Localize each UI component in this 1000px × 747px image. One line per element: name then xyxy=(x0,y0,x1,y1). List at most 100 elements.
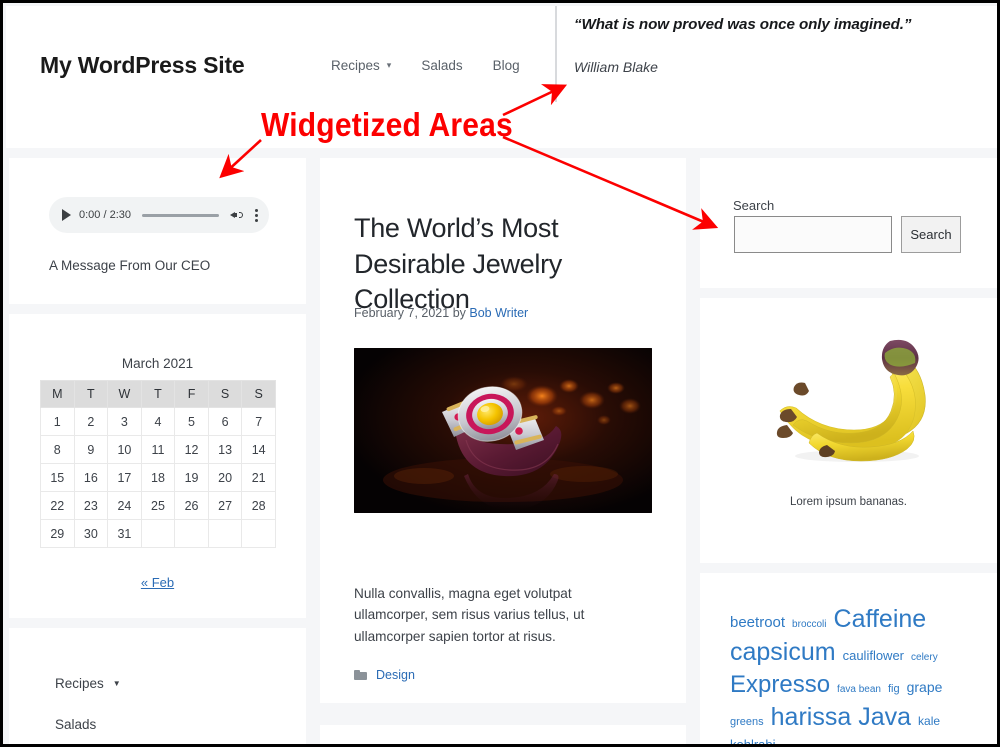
bananas-photo xyxy=(747,323,950,468)
post-meta: February 7, 2021 by Bob Writer xyxy=(354,306,528,320)
calendar-day-cell[interactable]: 12 xyxy=(174,435,209,464)
calendar-day-cell[interactable]: 8 xyxy=(40,435,75,464)
volume-icon[interactable] xyxy=(230,208,245,222)
menu-item-label: Recipes xyxy=(55,676,104,691)
audio-progress-track[interactable] xyxy=(142,213,219,217)
calendar-day-header: M xyxy=(40,380,75,408)
image-caption: Lorem ipsum bananas. xyxy=(790,496,907,508)
calendar-day-cell[interactable]: 22 xyxy=(40,491,75,520)
calendar-day-cell[interactable]: 6 xyxy=(207,407,243,436)
calendar-day-cell[interactable]: 30 xyxy=(73,519,109,548)
tag-link[interactable]: broccoli xyxy=(792,618,826,631)
menu-item-salads[interactable]: Salads xyxy=(55,717,96,732)
calendar-day-cell[interactable]: 17 xyxy=(107,463,142,492)
widget-calendar: March 2021 MTWTFSS 1 2 3 4 5 6 7 8 9 10 11 12 13 14 15… xyxy=(9,314,306,618)
calendar-header-row: MTWTFSS xyxy=(40,380,276,408)
nav-item-salads[interactable]: Salads xyxy=(421,58,462,73)
play-icon[interactable] xyxy=(62,209,71,221)
calendar-day-header: F xyxy=(174,380,209,408)
calendar-day-cell[interactable]: 26 xyxy=(174,491,209,520)
calendar-day-cell[interactable]: 3 xyxy=(107,407,142,436)
post-date: February 7, 2021 xyxy=(354,306,450,320)
calendar-week-row: 29 30 31 xyxy=(40,519,276,548)
tag-link[interactable]: kale xyxy=(918,714,940,730)
calendar-day-cell[interactable]: 21 xyxy=(241,463,276,492)
tag-link[interactable]: Java xyxy=(858,701,911,734)
calendar-day-cell[interactable]: 10 xyxy=(107,435,142,464)
calendar-day-cell[interactable]: 19 xyxy=(174,463,209,492)
calendar-table: MTWTFSS 1 2 3 4 5 6 7 8 9 10 11 12 13 14 15 16 17 18 19 20 2… xyxy=(40,380,276,548)
post-author-link[interactable]: Bob Writer xyxy=(469,306,528,320)
calendar-day-cell[interactable]: 25 xyxy=(140,491,176,520)
audio-time: 0:00 / 2:30 xyxy=(79,209,131,221)
calendar-day-cell[interactable]: 1 xyxy=(40,407,75,436)
nav-item-recipes[interactable]: Recipes ▾ xyxy=(331,58,391,73)
calendar-day-cell[interactable]: 31 xyxy=(107,519,142,548)
tag-link[interactable]: harissa xyxy=(771,701,852,734)
quote-citation: William Blake xyxy=(574,59,658,76)
calendar-day-header: T xyxy=(140,380,176,408)
calendar-day-cell[interactable]: 7 xyxy=(241,407,276,436)
calendar-day-cell[interactable]: 20 xyxy=(207,463,243,492)
tag-link[interactable]: fava bean xyxy=(837,683,881,696)
calendar-day-cell xyxy=(207,519,243,548)
tag-link[interactable]: Expresso xyxy=(730,669,830,701)
calendar-day-header: S xyxy=(207,380,243,408)
calendar-day-cell[interactable]: 24 xyxy=(107,491,142,520)
calendar-day-cell[interactable]: 13 xyxy=(207,435,243,464)
calendar-title: March 2021 xyxy=(121,356,194,371)
post-category: Design xyxy=(354,668,415,682)
calendar-day-cell[interactable]: 29 xyxy=(40,519,75,548)
calendar-day-cell[interactable]: 28 xyxy=(241,491,276,520)
header-quote-widget: “What is now proved was once only imagin… xyxy=(574,14,994,75)
post-category-link[interactable]: Design xyxy=(376,668,415,682)
calendar-day-cell[interactable]: 5 xyxy=(174,407,209,436)
widget-image: Lorem ipsum bananas. xyxy=(700,298,997,563)
calendar-day-cell[interactable]: 11 xyxy=(140,435,176,464)
caret-down-icon: ▼ xyxy=(112,679,121,688)
post-featured-image[interactable] xyxy=(354,348,652,513)
menu-item-recipes[interactable]: Recipes ▼ xyxy=(55,676,121,691)
audio-caption: A Message From Our CEO xyxy=(49,258,211,273)
calendar-day-cell[interactable]: 16 xyxy=(73,463,109,492)
tag-link[interactable]: greens xyxy=(730,715,764,730)
tag-link[interactable]: cauliflower xyxy=(843,647,904,664)
calendar-day-cell[interactable]: 18 xyxy=(140,463,176,492)
widget-tag-cloud: beetroot broccoli Caffeinecapsicum cauliflo… xyxy=(700,573,997,744)
calendar-day-cell[interactable]: 15 xyxy=(40,463,75,492)
calendar-day-header: W xyxy=(107,380,142,408)
calendar-day-cell[interactable]: 4 xyxy=(140,407,176,436)
more-vertical-icon[interactable] xyxy=(255,208,258,222)
calendar-week-row: 22 23 24 25 26 27 28 xyxy=(40,491,276,520)
widget-audio: 0:00 / 2:30 A Message From Our CEO xyxy=(9,158,306,304)
calendar-day-cell xyxy=(140,519,176,548)
calendar-day-cell[interactable]: 23 xyxy=(73,491,109,520)
tag-link[interactable]: fig xyxy=(888,682,900,697)
search-button[interactable]: Search xyxy=(901,216,961,253)
calendar-day-cell[interactable]: 9 xyxy=(73,435,109,464)
tag-link[interactable]: kohlrabi xyxy=(730,736,776,744)
tag-link[interactable]: celery xyxy=(911,651,938,664)
tag-link[interactable]: grape xyxy=(907,678,943,696)
annotation-label: Widgetized Areas xyxy=(261,107,513,144)
widget-menu: Recipes ▼ Salads xyxy=(9,628,306,744)
main-navigation: Recipes ▾ Salads Blog xyxy=(331,58,520,73)
tag-cloud: beetroot broccoli Caffeinecapsicum cauliflo… xyxy=(730,603,973,744)
calendar-day-cell[interactable]: 14 xyxy=(241,435,276,464)
nav-item-label: Blog xyxy=(492,58,520,73)
tag-link[interactable]: capsicum xyxy=(730,636,836,669)
header-vertical-divider xyxy=(555,6,557,102)
post-card-next xyxy=(320,725,686,744)
audio-player[interactable]: 0:00 / 2:30 xyxy=(49,197,269,233)
site-title[interactable]: My WordPress Site xyxy=(40,52,245,79)
nav-item-blog[interactable]: Blog xyxy=(493,58,520,73)
calendar-day-cell xyxy=(241,519,276,548)
calendar-day-cell[interactable]: 2 xyxy=(73,407,109,436)
tag-link[interactable]: beetroot xyxy=(730,613,785,633)
post-card: The World’s Most Desirable Jewelry Colle… xyxy=(320,158,686,703)
tag-link[interactable]: Caffeine xyxy=(834,603,927,636)
post-title[interactable]: The World’s Most Desirable Jewelry Colle… xyxy=(354,211,654,318)
calendar-prev-link[interactable]: « Feb xyxy=(9,575,306,590)
search-input[interactable] xyxy=(734,216,892,253)
calendar-day-cell[interactable]: 27 xyxy=(207,491,243,520)
